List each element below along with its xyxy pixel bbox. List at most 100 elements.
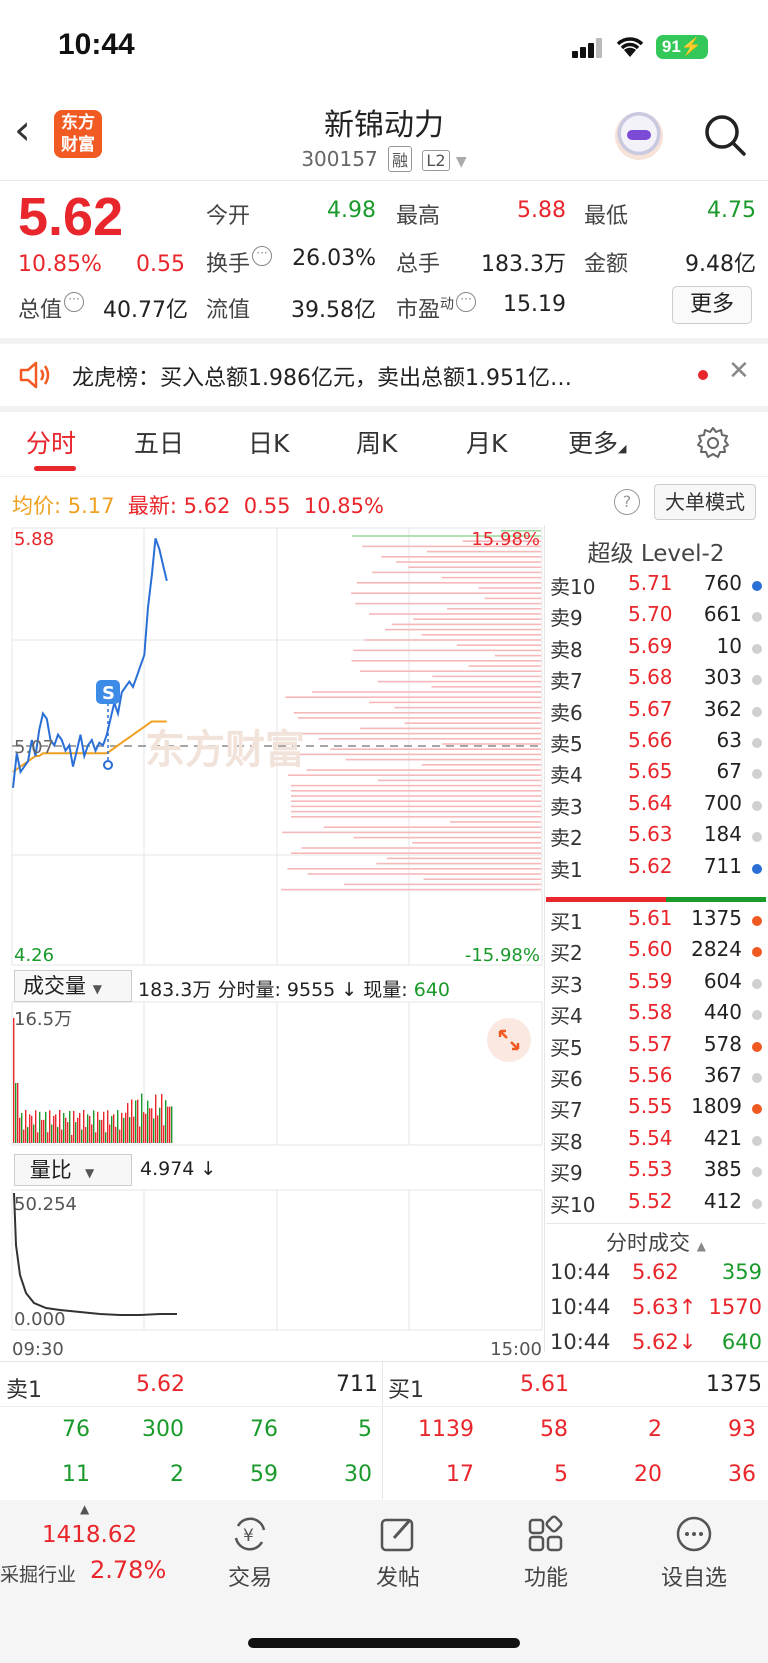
bid-row[interactable]: 买8 5.54 421 (550, 1126, 762, 1157)
vol-max-label: 16.5万 (14, 1009, 72, 1030)
low-label: 最低 (584, 204, 629, 229)
dragon-tiger-notice[interactable]: 龙虎榜：买入总额1.986亿元，卖出总额1.951亿… ✕ (0, 346, 768, 406)
trades-title[interactable]: 分时成交 ▲ (550, 1227, 762, 1257)
volume-value: 183.3万 (481, 252, 566, 277)
help-icon[interactable]: ? (614, 489, 640, 515)
bid-row[interactable]: 买5 5.57 578 (550, 1032, 762, 1063)
big-order-mode-button[interactable]: 大单模式 (654, 484, 756, 520)
bid-price: 5.61 (628, 906, 673, 930)
tab-five-day[interactable]: 五日 (134, 424, 184, 460)
tab-monthly-k[interactable]: 月K (466, 424, 507, 460)
ask-label: 卖9 (550, 606, 583, 631)
volume-bar (43, 1119, 45, 1143)
order-dot (752, 1010, 762, 1021)
bid-price: 5.59 (628, 968, 673, 993)
tab-more[interactable]: 更多◢ (568, 424, 626, 460)
more-button[interactable]: 更多 (672, 286, 752, 324)
depth-bar (287, 774, 541, 776)
bid-label: 买4 (550, 1004, 583, 1029)
ask-row[interactable]: 卖8 5.69 10 (550, 634, 762, 665)
caret-up-icon: ▲ (80, 1502, 90, 1516)
info-icon[interactable]: ··· (456, 292, 477, 312)
ask-row[interactable]: 卖5 5.66 63 (550, 728, 762, 759)
depth-bar (386, 857, 541, 860)
ratio-min-label: 0.000 (14, 1309, 66, 1330)
depth-bar (412, 842, 541, 844)
ratio-selector[interactable]: 量比 ▼ (14, 1154, 132, 1186)
nav-post[interactable]: 发帖 (338, 1514, 458, 1592)
ask-row[interactable]: 卖1 5.62 711 (550, 854, 762, 885)
volume-bar (57, 1127, 59, 1143)
close-icon[interactable]: ✕ (728, 356, 750, 386)
ask-row[interactable]: 卖7 5.68 303 (550, 665, 762, 696)
ask-row[interactable]: 卖10 5.71 760 (550, 571, 762, 602)
depth-bar (442, 743, 541, 745)
tab-daily-k[interactable]: 日K (248, 424, 289, 460)
nav-functions[interactable]: 功能 (486, 1514, 606, 1592)
turnover-label-text: 换手 (206, 252, 251, 277)
volume-bar (69, 1110, 71, 1143)
bid-row[interactable]: 买6 5.56 367 (550, 1063, 762, 1094)
level-cell: 5 (358, 1417, 372, 1442)
bid-row[interactable]: 买3 5.59 604 (550, 969, 762, 1000)
edit-icon (380, 1518, 414, 1552)
bid-row[interactable]: 买2 5.60 2824 (550, 937, 762, 968)
bid-price: 5.56 (628, 1063, 673, 1087)
level-cell: 76 (250, 1417, 278, 1442)
info-icon[interactable]: ··· (252, 246, 273, 266)
ask-row[interactable]: 卖4 5.65 67 (550, 759, 762, 790)
depth-bar (468, 665, 541, 667)
bid-row[interactable]: 买4 5.58 440 (550, 1000, 762, 1031)
volume-total: 183.3万 (138, 979, 212, 1001)
assistant-robot-icon[interactable] (615, 112, 663, 160)
search-icon[interactable] (702, 112, 748, 158)
ask-volume: 63 (716, 728, 742, 752)
ask-label: 卖7 (550, 669, 583, 694)
sell1-vol: 711 (336, 1372, 378, 1397)
trade-time: 10:44 (550, 1295, 611, 1319)
depth-bar (426, 550, 541, 553)
float-label: 流值 (206, 298, 251, 323)
bid-row[interactable]: 买10 5.52 412 (550, 1189, 762, 1220)
ask-row[interactable]: 卖6 5.67 362 (550, 697, 762, 728)
industry-index[interactable]: 1418.62 (42, 1522, 137, 1548)
depth-bar (282, 831, 541, 834)
trade-time: 10:44 (550, 1260, 611, 1284)
depth-bar (283, 732, 541, 735)
depth-bar (364, 639, 541, 641)
ask-price: 5.69 (628, 633, 673, 658)
tab-more-label: 更多 (568, 429, 619, 458)
ask-label: 卖3 (550, 794, 583, 819)
expand-button[interactable] (487, 1018, 531, 1062)
order-dot (752, 612, 762, 623)
volume-bar (31, 1115, 33, 1143)
volume-bar (95, 1132, 97, 1143)
nav-trade[interactable]: ¥ 交易 (190, 1514, 310, 1592)
sell1-label: 卖1 (6, 1378, 42, 1403)
tab-intraday[interactable]: 分时 (26, 424, 76, 460)
tab-weekly-k[interactable]: 周K (356, 424, 397, 460)
volume-bar (163, 1125, 165, 1143)
signal-icon (571, 36, 604, 58)
info-icon[interactable]: ··· (64, 292, 85, 312)
ask-row[interactable]: 卖3 5.64 700 (550, 791, 762, 822)
bid-row[interactable]: 买9 5.53 385 (550, 1157, 762, 1188)
intraday-chart[interactable]: 东方财富 S 5.88 5.07 4.26 15.98% -15.98% 16.… (0, 525, 546, 1365)
bid-label: 买2 (550, 941, 583, 966)
nav-watchlist[interactable]: 设自选 (634, 1514, 754, 1592)
bid-row[interactable]: 买1 5.61 1375 (550, 906, 762, 937)
high-label: 最高 (396, 204, 441, 229)
depth-bar (287, 868, 541, 870)
volume-selector[interactable]: 成交量 ▼ (14, 970, 132, 1002)
ask-row[interactable]: 卖9 5.70 661 (550, 602, 762, 633)
level2-title[interactable]: 超级 Level-2 (550, 534, 762, 568)
ask-row[interactable]: 卖2 5.63 184 (550, 822, 762, 853)
triangle-icon: ◢ (618, 442, 627, 455)
ask-label: 卖6 (550, 700, 583, 725)
gear-icon[interactable] (696, 426, 730, 460)
buy1-price: 5.61 (520, 1372, 569, 1397)
bid-row[interactable]: 买7 5.55 1809 (550, 1094, 762, 1125)
industry-name[interactable]: 采掘行业 (0, 1560, 76, 1587)
y-max-label: 5.88 (14, 529, 54, 550)
amount-label: 金额 (584, 252, 629, 277)
